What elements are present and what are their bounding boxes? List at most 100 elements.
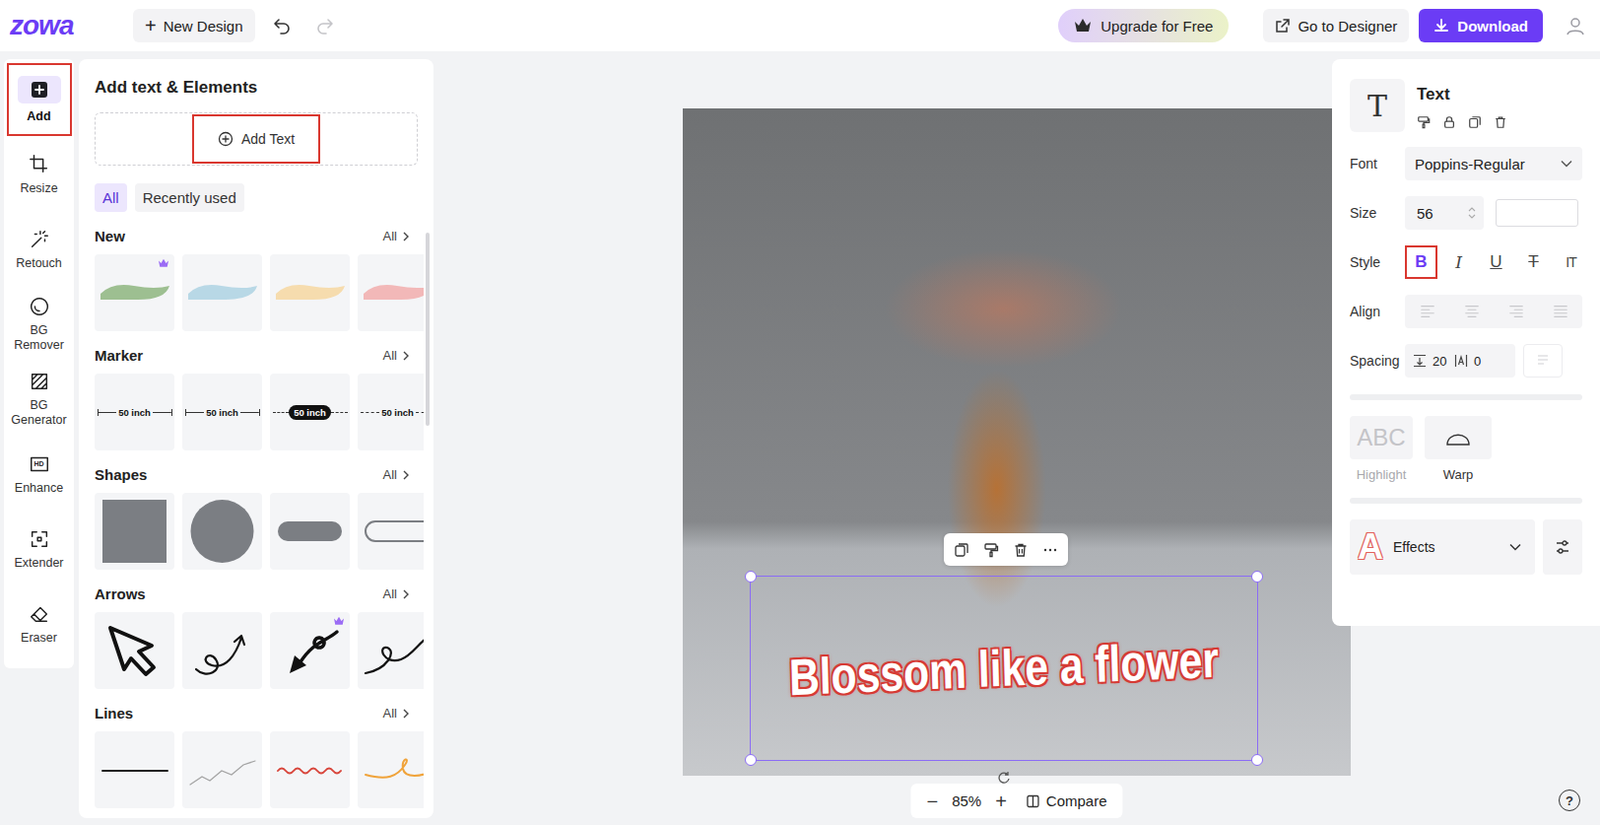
add-text-area: Add Text — [94, 112, 418, 166]
element-tile[interactable] — [182, 492, 263, 570]
element-tile[interactable] — [94, 492, 175, 570]
premium-crown-icon — [157, 258, 170, 268]
spacing-inputs[interactable]: 20 0 — [1404, 343, 1516, 378]
compare-button[interactable]: Compare — [1026, 792, 1108, 809]
element-tile[interactable] — [357, 254, 424, 332]
effects-dropdown[interactable]: A Effects — [1349, 519, 1535, 575]
format-painter-button[interactable] — [979, 537, 1003, 562]
font-row: Font Poppins-Regular — [1349, 145, 1583, 182]
help-button[interactable]: ? — [1558, 789, 1581, 811]
lock-icon[interactable] — [1442, 115, 1457, 130]
element-tile[interactable] — [182, 731, 263, 808]
logo[interactable]: zowa — [9, 9, 134, 42]
duplicate-button[interactable] — [949, 537, 974, 562]
element-tile[interactable] — [94, 611, 175, 689]
italic-button[interactable]: I — [1442, 245, 1475, 279]
trash-icon[interactable] — [1493, 115, 1508, 130]
element-tile[interactable]: 50 inch — [94, 373, 175, 451]
element-tile[interactable]: 50 inch — [269, 373, 350, 451]
plus-square-icon — [29, 79, 50, 100]
vertical-button[interactable]: IT — [1554, 245, 1588, 279]
format-painter-icon — [983, 541, 1000, 558]
element-tile[interactable] — [357, 611, 424, 689]
underline-button[interactable]: U — [1479, 245, 1513, 279]
filter-tab[interactable]: All — [94, 183, 128, 212]
zoom-bar: − 85% + Compare — [910, 783, 1123, 818]
panel-scrollbar[interactable] — [425, 232, 430, 426]
see-all-button[interactable]: All — [383, 466, 410, 482]
text-layer[interactable]: Blossom like a flower — [749, 575, 1259, 761]
rail-item[interactable]: HD Enhance — [6, 437, 72, 511]
rail-item[interactable]: Eraser — [6, 587, 72, 661]
rail-item[interactable]: Add — [6, 63, 72, 136]
rail-item[interactable]: Extender — [6, 512, 72, 586]
resize-handle[interactable] — [1251, 570, 1264, 583]
go-to-designer-button[interactable]: Go to Designer — [1263, 8, 1409, 43]
spacing-more[interactable] — [1523, 343, 1563, 378]
element-tile[interactable] — [94, 731, 175, 808]
resize-handle[interactable] — [744, 753, 757, 766]
effects-settings-button[interactable] — [1542, 519, 1583, 575]
download-button[interactable]: Download — [1418, 8, 1543, 43]
delete-button[interactable] — [1008, 537, 1033, 562]
new-design-button[interactable]: + New Design — [133, 8, 256, 43]
element-tile[interactable]: 50 inch — [357, 373, 424, 451]
warp-option[interactable]: Warp — [1424, 415, 1492, 482]
resize-handle[interactable] — [744, 570, 757, 583]
element-tile[interactable] — [182, 611, 263, 689]
spinner-icon[interactable] — [1467, 205, 1476, 220]
element-tile[interactable] — [269, 731, 350, 808]
spacing-row: Spacing 20 0 — [1349, 342, 1583, 379]
duplicate-icon[interactable] — [1467, 115, 1482, 130]
element-tile[interactable] — [94, 254, 175, 332]
bold-button[interactable]: B — [1404, 245, 1438, 279]
align-center-icon[interactable] — [1464, 302, 1480, 321]
more-button[interactable] — [1038, 537, 1063, 562]
layer-toolbar — [943, 533, 1068, 566]
element-tile[interactable] — [269, 611, 350, 689]
duplicate-icon — [953, 541, 970, 558]
see-all-button[interactable]: All — [383, 228, 410, 244]
see-all-button[interactable]: All — [383, 705, 410, 721]
upgrade-button[interactable]: Upgrade for Free — [1058, 8, 1229, 43]
rail-item[interactable]: BG Generator — [6, 362, 72, 436]
zoom-in-button[interactable]: + — [995, 791, 1007, 811]
element-tile[interactable] — [269, 254, 350, 332]
resize-handle[interactable] — [1251, 753, 1264, 766]
undo-button[interactable] — [265, 8, 299, 43]
highlight-option[interactable]: ABC Highlight — [1349, 415, 1413, 482]
redo-button[interactable] — [308, 8, 342, 43]
style-row: Style BIUTIT — [1349, 244, 1583, 280]
color-picker[interactable] — [1495, 199, 1579, 227]
remove-bg-icon — [28, 295, 51, 318]
shape-icon — [94, 492, 175, 570]
elements-panel: Add text & Elements Add Text AllRecently… — [78, 59, 434, 818]
align-left-icon[interactable] — [1419, 302, 1436, 321]
size-row: Size 56 — [1349, 195, 1583, 231]
rail-item[interactable]: Retouch — [6, 212, 72, 286]
crop-icon — [28, 153, 51, 176]
brush-stroke-icon — [269, 254, 350, 332]
element-tile[interactable] — [269, 492, 350, 570]
zoom-out-button[interactable]: − — [926, 791, 938, 811]
element-tile[interactable]: 50 inch — [182, 373, 263, 451]
format-painter-icon[interactable] — [1416, 115, 1431, 130]
add-text-button[interactable]: Add Text — [192, 114, 321, 164]
align-right-icon[interactable] — [1508, 302, 1525, 321]
align-justify-icon[interactable] — [1552, 302, 1569, 321]
element-section: Marker All 50 inch 50 inch 50 inch 50 in… — [94, 346, 418, 451]
filter-tab[interactable]: Recently used — [134, 183, 245, 212]
rotate-icon[interactable] — [997, 770, 1011, 785]
brush-stroke-icon — [182, 254, 263, 332]
see-all-button[interactable]: All — [383, 347, 410, 363]
size-input[interactable]: 56 — [1404, 196, 1484, 230]
element-tile[interactable] — [182, 254, 263, 332]
strike-button[interactable]: T — [1517, 245, 1550, 279]
account-button[interactable] — [1564, 14, 1587, 37]
rail-item[interactable]: BG Remover — [6, 287, 72, 361]
rail-item[interactable]: Resize — [6, 137, 72, 211]
element-tile[interactable] — [357, 731, 424, 808]
element-tile[interactable] — [357, 492, 424, 570]
see-all-button[interactable]: All — [383, 586, 410, 601]
font-dropdown[interactable]: Poppins-Regular — [1404, 146, 1583, 181]
